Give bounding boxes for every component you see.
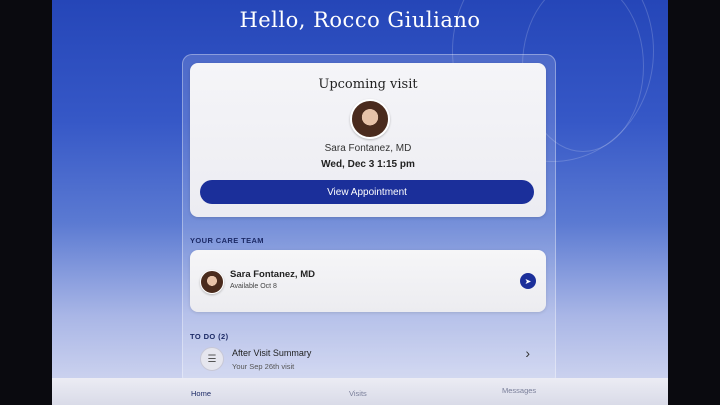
todo-label: TO DO (2) <box>190 332 229 341</box>
tab-visits[interactable]: Visits <box>349 389 367 398</box>
care-team-member-card[interactable]: Sara Fontanez, MD Available Oct 8 ➤ <box>190 250 546 312</box>
document-icon: ☰ <box>200 347 224 371</box>
visit-doctor-name: Sara Fontanez, MD <box>324 143 412 154</box>
care-team-member-name: Sara Fontanez, MD <box>230 269 315 280</box>
doctor-avatar <box>200 270 224 294</box>
care-team-member-availability: Available Oct 8 <box>230 283 277 290</box>
doctor-avatar <box>350 99 390 139</box>
tab-home[interactable]: Home <box>191 389 211 398</box>
tab-bar: Home Visits Messages <box>52 378 668 405</box>
app-screen: Hello, Rocco Giuliano Upcoming visit Sar… <box>52 0 668 405</box>
chevron-right-icon: › <box>525 345 530 361</box>
upcoming-visit-card: Upcoming visit Sara Fontanez, MD Wed, De… <box>190 63 546 217</box>
view-appointment-button[interactable]: View Appointment <box>200 180 534 204</box>
todo-item-title: After Visit Summary <box>232 348 312 358</box>
todo-item[interactable]: ☰ After Visit Summary Your Sep 26th visi… <box>190 343 546 375</box>
visit-datetime: Wed, Dec 3 1:15 pm <box>321 159 415 170</box>
greeting-title: Hello, Rocco Giuliano <box>239 8 481 32</box>
care-team-label: YOUR CARE TEAM <box>190 236 264 245</box>
tab-messages[interactable]: Messages <box>502 386 536 395</box>
send-message-icon[interactable]: ➤ <box>520 273 536 289</box>
todo-item-subtitle: Your Sep 26th visit <box>232 362 295 371</box>
upcoming-visit-title: Upcoming visit <box>318 77 418 92</box>
